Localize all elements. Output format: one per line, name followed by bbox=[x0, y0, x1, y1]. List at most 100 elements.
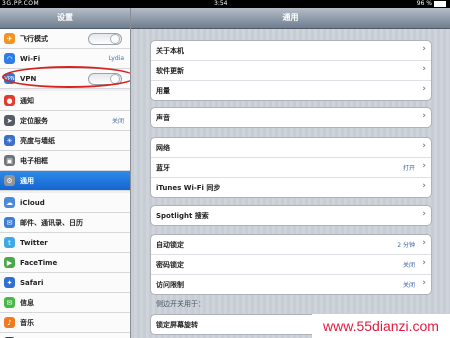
toggle-knob bbox=[110, 74, 120, 84]
passcode-lock-value: 关闭 bbox=[402, 262, 415, 269]
location-value: 关闭 bbox=[111, 118, 124, 125]
sidebar-item-icloud[interactable]: ☁ iCloud bbox=[0, 193, 130, 213]
sidebar-item-label: VPN bbox=[20, 74, 37, 83]
chevron-right-icon: › bbox=[422, 209, 426, 219]
sidebar-item-vpn[interactable]: VPN VPN bbox=[0, 69, 130, 89]
airplane-mode-toggle[interactable] bbox=[88, 33, 122, 45]
sidebar-item-location[interactable]: ➤ 定位服务 关闭 bbox=[0, 111, 130, 131]
chevron-right-icon: › bbox=[422, 64, 426, 74]
sidebar-item-notifications[interactable]: ● 通知 bbox=[0, 91, 130, 111]
row-label: iTunes Wi-Fi 同步 bbox=[156, 183, 221, 192]
sidebar-title: 设置 bbox=[0, 8, 130, 29]
page-title: 通用 bbox=[131, 8, 450, 29]
row-auto-lock[interactable]: 自动锁定 2 分钟 › bbox=[151, 235, 431, 255]
bluetooth-value: 打开 bbox=[402, 165, 415, 172]
chevron-right-icon: › bbox=[422, 44, 426, 54]
battery-status: 96 % bbox=[417, 0, 446, 8]
chevron-right-icon: › bbox=[422, 84, 426, 94]
battery-icon bbox=[434, 1, 446, 7]
mail-icon: ✉ bbox=[4, 217, 15, 228]
sidebar-item-music[interactable]: ♪ 音乐 bbox=[0, 313, 130, 333]
side-switch-section-label: 侧边开关用于： bbox=[156, 300, 205, 308]
chevron-right-icon: › bbox=[422, 258, 426, 268]
row-label: 网络 bbox=[156, 143, 170, 152]
status-time: 3:54 bbox=[214, 0, 228, 7]
sidebar-item-label: Safari bbox=[20, 278, 44, 287]
sidebar-item-label: 通用 bbox=[20, 176, 34, 185]
row-sounds[interactable]: 声音 › bbox=[151, 108, 431, 127]
auto-lock-value: 2 分钟 bbox=[397, 242, 415, 249]
status-bar: 3G.PP.COM 3:54 96 % bbox=[0, 0, 450, 8]
row-software-update[interactable]: 软件更新 › bbox=[151, 61, 431, 81]
cloud-icon: ☁ bbox=[4, 197, 15, 208]
airplane-icon: ✈ bbox=[4, 33, 15, 44]
row-about[interactable]: 关于本机 › bbox=[151, 41, 431, 61]
sidebar-item-label: FaceTime bbox=[20, 258, 58, 267]
sidebar-item-label: 定位服务 bbox=[20, 116, 48, 125]
messages-icon: ✉ bbox=[4, 297, 15, 308]
sidebar-item-picture-frame[interactable]: ▣ 电子相框 bbox=[0, 151, 130, 171]
settings-sidebar: 设置 ✈ 飞行模式 ◠ Wi-Fi Lydia VPN VPN ● 通知 ➤ 定… bbox=[0, 8, 131, 338]
sidebar-item-twitter[interactable]: t Twitter bbox=[0, 233, 130, 253]
sidebar-item-label: 音乐 bbox=[20, 318, 34, 327]
row-bluetooth[interactable]: 蓝牙 打开 › bbox=[151, 158, 431, 178]
wifi-icon: ◠ bbox=[4, 53, 15, 64]
row-label: 软件更新 bbox=[156, 66, 184, 75]
sidebar-item-airplane-mode[interactable]: ✈ 飞行模式 bbox=[0, 29, 130, 49]
vpn-icon: VPN bbox=[4, 73, 15, 84]
compass-icon: ✦ bbox=[4, 277, 15, 288]
sidebar-item-label: iCloud bbox=[20, 198, 45, 207]
sidebar-item-mail[interactable]: ✉ 邮件、通讯录、日历 bbox=[0, 213, 130, 233]
wifi-network-value: Lydia bbox=[108, 55, 125, 62]
chevron-right-icon: › bbox=[422, 161, 426, 171]
status-watermark: 3G.PP.COM bbox=[2, 0, 40, 7]
sidebar-item-label: Wi-Fi bbox=[20, 54, 41, 63]
site-watermark: www.55dianzi.com bbox=[312, 314, 450, 338]
sidebar-item-label: Twitter bbox=[20, 238, 48, 247]
row-network[interactable]: 网络 › bbox=[151, 138, 431, 158]
notification-icon: ● bbox=[4, 95, 15, 106]
row-label: 蓝牙 bbox=[156, 163, 170, 172]
battery-percent: 96 % bbox=[416, 0, 432, 7]
sidebar-item-label: 邮件、通讯录、日历 bbox=[20, 218, 83, 227]
row-label: 用量 bbox=[156, 86, 170, 95]
row-label: Spotlight 搜索 bbox=[156, 211, 209, 220]
brightness-icon: ☀ bbox=[4, 135, 15, 146]
vpn-toggle[interactable] bbox=[88, 73, 122, 85]
location-icon: ➤ bbox=[4, 115, 15, 126]
chevron-right-icon: › bbox=[422, 278, 426, 288]
chevron-right-icon: › bbox=[422, 111, 426, 121]
sidebar-item-label: 电子相框 bbox=[20, 156, 48, 165]
row-spotlight-search[interactable]: Spotlight 搜索 › bbox=[151, 206, 431, 225]
general-settings-panel: 通用 关于本机 › 软件更新 › 用量 › 声音 › 网络 › 蓝牙 打开 › iTunes … bbox=[131, 8, 450, 338]
row-usage[interactable]: 用量 › bbox=[151, 81, 431, 100]
settings-group-spotlight: Spotlight 搜索 › bbox=[150, 205, 432, 226]
sidebar-item-label: 亮度与墙纸 bbox=[20, 136, 55, 145]
sidebar-item-safari[interactable]: ✦ Safari bbox=[0, 273, 130, 293]
row-label: 密码锁定 bbox=[156, 260, 184, 269]
sidebar-item-wifi[interactable]: ◠ Wi-Fi Lydia bbox=[0, 49, 130, 69]
row-restrictions[interactable]: 访问限制 关闭 › bbox=[151, 275, 431, 294]
row-label: 关于本机 bbox=[156, 46, 184, 55]
sidebar-item-messages[interactable]: ✉ 信息 bbox=[0, 293, 130, 313]
settings-group-network: 网络 › 蓝牙 打开 › iTunes Wi-Fi 同步 › bbox=[150, 137, 432, 198]
row-passcode-lock[interactable]: 密码锁定 关闭 › bbox=[151, 255, 431, 275]
settings-group-about: 关于本机 › 软件更新 › 用量 › bbox=[150, 40, 432, 101]
sidebar-item-label: 信息 bbox=[20, 298, 34, 307]
picture-frame-icon: ▣ bbox=[4, 155, 15, 166]
chevron-right-icon: › bbox=[422, 141, 426, 151]
row-label: 声音 bbox=[156, 113, 170, 122]
sidebar-item-general[interactable]: ⚙ 通用 bbox=[0, 171, 130, 191]
chevron-right-icon: › bbox=[422, 238, 426, 248]
sidebar-item-facetime[interactable]: ▶ FaceTime bbox=[0, 253, 130, 273]
row-label: 锁定屏幕旋转 bbox=[156, 320, 198, 329]
facetime-icon: ▶ bbox=[4, 257, 15, 268]
toggle-knob bbox=[110, 34, 120, 44]
gear-icon: ⚙ bbox=[4, 175, 15, 186]
settings-group-sounds: 声音 › bbox=[150, 107, 432, 128]
sidebar-item-videos[interactable]: ▶ 视频 bbox=[0, 333, 130, 338]
twitter-icon: t bbox=[4, 237, 15, 248]
sidebar-item-brightness[interactable]: ☀ 亮度与墙纸 bbox=[0, 131, 130, 151]
sidebar-item-label: 通知 bbox=[20, 96, 34, 105]
row-itunes-wifi-sync[interactable]: iTunes Wi-Fi 同步 › bbox=[151, 178, 431, 197]
